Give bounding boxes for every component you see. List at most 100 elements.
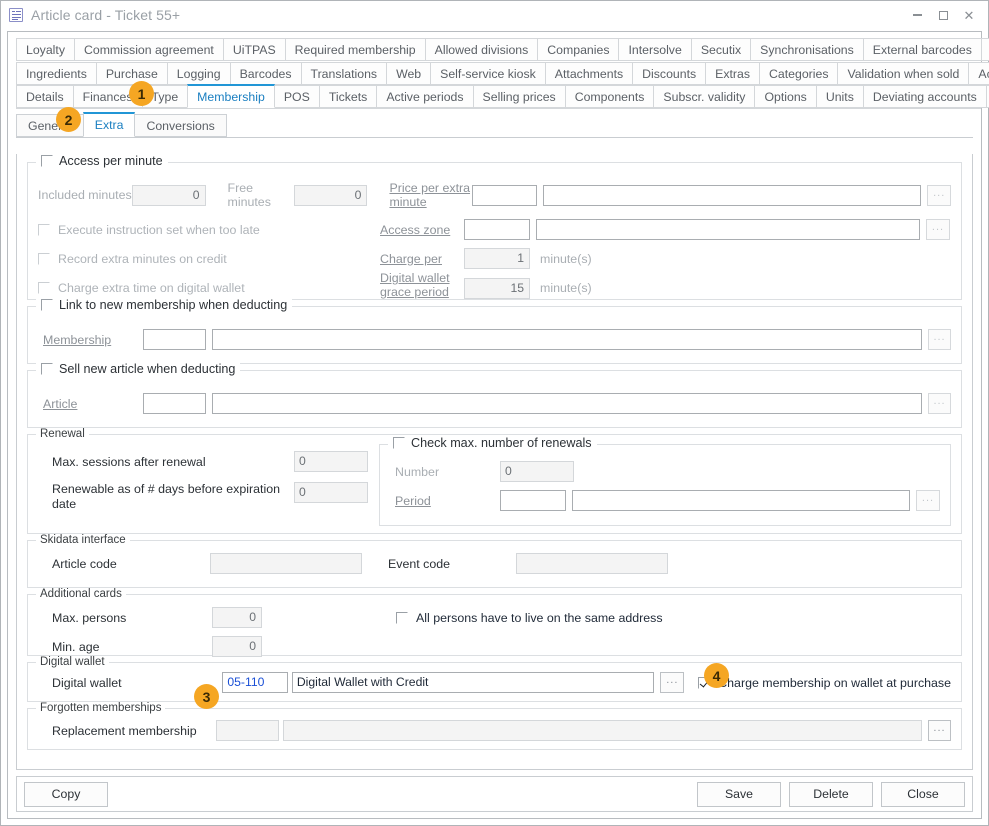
tab-required-membership[interactable]: Required membership — [285, 38, 426, 61]
replacement-membership-code-input[interactable] — [216, 720, 279, 741]
digital-wallet-grace-period-label[interactable]: Digital wallet grace period — [380, 271, 464, 299]
maximize-button[interactable] — [930, 4, 956, 26]
renewals-period-browse-button[interactable]: ... — [916, 490, 940, 511]
sell-article-checkbox[interactable] — [41, 363, 53, 375]
free-minutes-input[interactable]: 0 — [294, 185, 367, 206]
price-per-extra-minute-label[interactable]: Price per extra minute — [389, 181, 472, 209]
check-max-renewals-checkbox[interactable] — [393, 437, 405, 449]
record-extra-minutes-checkbox[interactable] — [38, 253, 50, 265]
digital-wallet-browse-button[interactable]: ... — [660, 672, 684, 693]
close-button[interactable]: Close — [881, 782, 965, 807]
renewals-period-input[interactable] — [572, 490, 910, 511]
max-persons-input[interactable]: 0 — [212, 607, 262, 628]
access-zone-browse-button[interactable]: ... — [926, 219, 950, 240]
tab-web[interactable]: Web — [386, 62, 431, 85]
renewals-number-input[interactable]: 0 — [500, 461, 574, 482]
minimize-button[interactable] — [904, 4, 930, 26]
access-per-minute-legend[interactable]: Access per minute — [36, 154, 168, 168]
replacement-membership-name-input[interactable] — [283, 720, 922, 741]
replacement-membership-browse-button[interactable]: ... — [928, 720, 951, 741]
inner-tab-general[interactable]: General — [16, 114, 84, 137]
tab-commission-agreement[interactable]: Commission agreement — [74, 38, 224, 61]
tab-extras[interactable]: Extras — [705, 62, 760, 85]
max-sessions-input[interactable]: 0 — [294, 451, 368, 472]
tab-units[interactable]: Units — [816, 85, 864, 108]
tab-intersolve[interactable]: Intersolve — [618, 38, 691, 61]
tab-barcodes[interactable]: Barcodes — [230, 62, 302, 85]
access-per-minute-checkbox[interactable] — [41, 155, 53, 167]
charge-per-label[interactable]: Charge per — [380, 252, 464, 266]
tab-options[interactable]: Options — [754, 85, 816, 108]
tab-active-periods[interactable]: Active periods — [376, 85, 473, 108]
tab-logging[interactable]: Logging — [167, 62, 231, 85]
charge-extra-time-checkbox[interactable] — [38, 282, 50, 294]
tab-accounting-per-division[interactable]: Accounting per division — [968, 62, 989, 85]
min-age-input[interactable]: 0 — [212, 636, 262, 657]
renewals-period-label[interactable]: Period — [390, 494, 500, 508]
link-membership-legend[interactable]: Link to new membership when deducting — [36, 298, 292, 312]
save-button[interactable]: Save — [697, 782, 781, 807]
close-icon[interactable]: ✕ — [956, 4, 982, 26]
price-per-extra-minute-input[interactable] — [543, 185, 921, 206]
inner-tab-extra[interactable]: Extra — [83, 112, 136, 137]
tab-companies[interactable]: Companies — [537, 38, 619, 61]
sell-article-legend[interactable]: Sell new article when deducting — [36, 362, 240, 376]
charge-extra-time-row[interactable]: Charge extra time on digital wallet — [38, 281, 380, 295]
membership-code-input[interactable] — [143, 329, 206, 350]
renewable-days-input[interactable]: 0 — [294, 482, 368, 503]
check-max-renewals-legend[interactable]: Check max. number of renewals — [388, 436, 597, 450]
same-address-row[interactable]: All persons have to live on the same add… — [396, 611, 663, 625]
tab-translations[interactable]: Translations — [301, 62, 388, 85]
digital-wallet-code-input[interactable]: 05-110 — [222, 672, 287, 693]
tab-ingredients[interactable]: Ingredients — [16, 62, 97, 85]
tab-membership[interactable]: Membership — [187, 84, 275, 108]
tab-discounts[interactable]: Discounts — [632, 62, 706, 85]
tab-selling-prices[interactable]: Selling prices — [473, 85, 566, 108]
tab-attachments[interactable]: Attachments — [545, 62, 633, 85]
delete-button[interactable]: Delete — [789, 782, 873, 807]
tab-categories[interactable]: Categories — [759, 62, 838, 85]
link-membership-checkbox[interactable] — [41, 299, 53, 311]
membership-browse-button[interactable]: ... — [928, 329, 951, 350]
skidata-event-code-input[interactable] — [516, 553, 668, 574]
tab-synchronisations[interactable]: Synchronisations — [750, 38, 864, 61]
tab-pos[interactable]: POS — [274, 85, 320, 108]
digital-wallet-grace-period-input[interactable]: 15 — [464, 278, 530, 299]
tab-deviating-accounts[interactable]: Deviating accounts — [863, 85, 987, 108]
same-address-checkbox[interactable] — [396, 612, 408, 624]
membership-name-input[interactable] — [212, 329, 922, 350]
tab-allowed-divisions[interactable]: Allowed divisions — [425, 38, 539, 61]
article-name-input[interactable] — [212, 393, 922, 414]
membership-label[interactable]: Membership — [38, 333, 143, 347]
charge-per-input[interactable]: 1 — [464, 248, 530, 269]
copy-button[interactable]: Copy — [24, 782, 108, 807]
price-per-extra-minute-browse-button[interactable]: ... — [927, 185, 951, 206]
tab-tickets[interactable]: Tickets — [319, 85, 378, 108]
access-zone-input[interactable] — [536, 219, 920, 240]
renewals-period-code[interactable] — [500, 490, 566, 511]
tab-loyalty[interactable]: Loyalty — [16, 38, 75, 61]
tab-details[interactable]: Details — [16, 85, 74, 108]
access-zone-code[interactable] — [464, 219, 530, 240]
article-label[interactable]: Article — [38, 397, 143, 411]
tab-locker[interactable]: Locker — [981, 38, 989, 61]
tab-external-barcodes[interactable]: External barcodes — [863, 38, 982, 61]
charge-membership-checkbox[interactable] — [698, 677, 710, 689]
tab-components[interactable]: Components — [565, 85, 655, 108]
access-zone-label[interactable]: Access zone — [380, 223, 464, 237]
tab-self-service-kiosk[interactable]: Self-service kiosk — [430, 62, 546, 85]
tab-subscr-validity[interactable]: Subscr. validity — [653, 85, 755, 108]
article-code-input[interactable] — [143, 393, 206, 414]
digital-wallet-name-input[interactable]: Digital Wallet with Credit — [292, 672, 655, 693]
charge-membership-row[interactable]: Charge membership on wallet at purchase — [698, 676, 951, 690]
tab-finances[interactable]: Finances — [73, 85, 143, 108]
tab-validation-when-sold[interactable]: Validation when sold — [837, 62, 969, 85]
price-per-extra-minute-code[interactable] — [472, 185, 537, 206]
execute-instruction-row[interactable]: Execute instruction set when too late — [38, 223, 380, 237]
tab-uitpas[interactable]: UiTPAS — [223, 38, 286, 61]
record-extra-minutes-row[interactable]: Record extra minutes on credit — [38, 252, 380, 266]
article-browse-button[interactable]: ... — [928, 393, 951, 414]
tab-purchase[interactable]: Purchase — [96, 62, 168, 85]
tab-type[interactable]: Type — [142, 85, 189, 108]
inner-tab-conversions[interactable]: Conversions — [134, 114, 226, 137]
